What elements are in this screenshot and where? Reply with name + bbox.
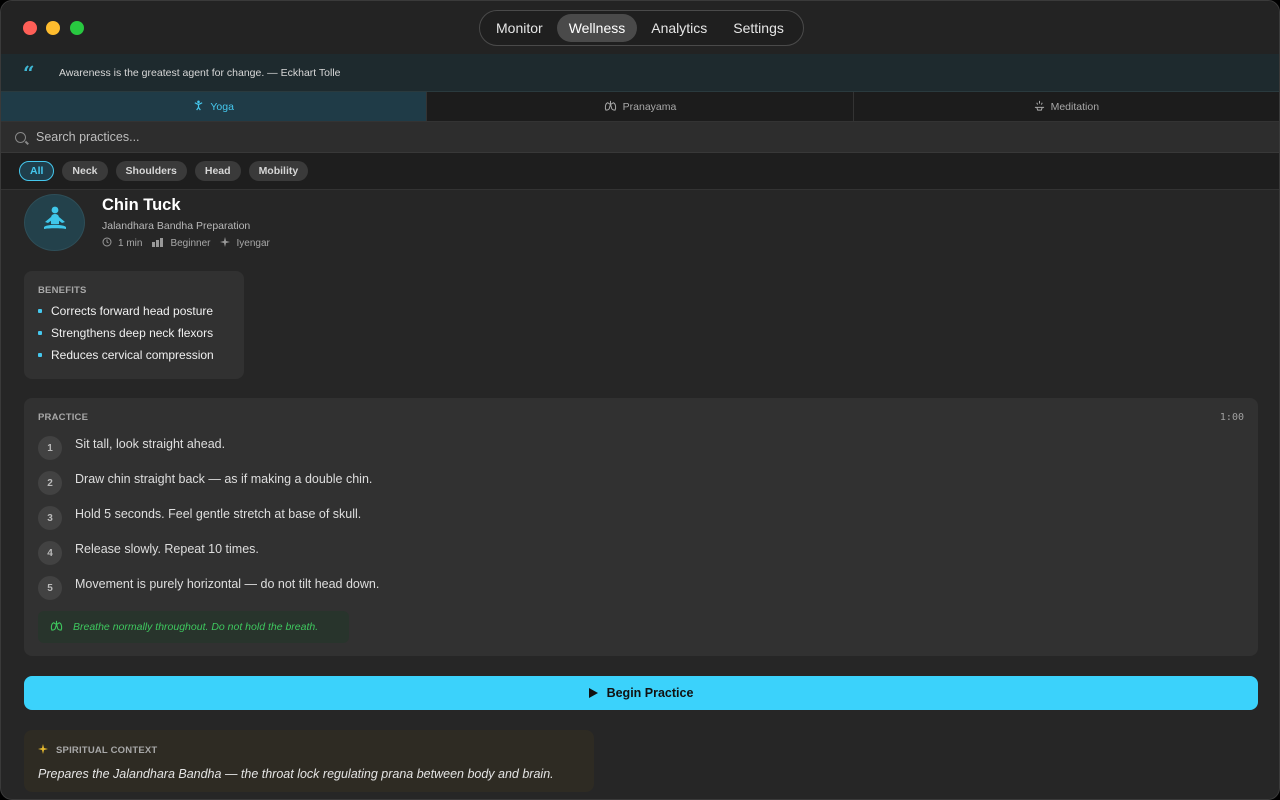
meditating-figure-icon	[39, 205, 71, 240]
tab-meditation[interactable]: Meditation	[854, 92, 1279, 121]
sparkle-icon	[220, 237, 231, 250]
filter-chip-head[interactable]: Head	[194, 161, 241, 181]
step-number: 4	[38, 541, 62, 565]
nav-analytics[interactable]: Analytics	[639, 14, 719, 42]
duration-label: 1 min	[118, 238, 143, 249]
style-label: Iyengar	[236, 238, 270, 249]
breath-note-text: Breathe normally throughout. Do not hold…	[73, 621, 319, 633]
zoom-window-button[interactable]	[70, 21, 84, 35]
practice-subtitle: Jalandhara Bandha Preparation	[102, 220, 251, 232]
practice-detail: Chin Tuck Jalandhara Bandha Preparation …	[1, 190, 1279, 799]
benefit-text: Corrects forward head posture	[51, 304, 214, 318]
step-item: 2 Draw chin straight back — as if making…	[38, 471, 372, 495]
step-number: 2	[38, 471, 62, 495]
nav-settings[interactable]: Settings	[721, 14, 796, 42]
filter-chip-neck[interactable]: Neck	[62, 161, 108, 181]
practice-timer: 1:00	[1219, 412, 1244, 423]
search-bar	[1, 122, 1279, 153]
benefit-item: Reduces cervical compression	[38, 348, 230, 362]
nav-wellness[interactable]: Wellness	[556, 14, 638, 42]
lungs-icon	[50, 620, 63, 634]
benefit-text: Strengthens deep neck flexors	[51, 326, 214, 340]
quote-icon: “	[23, 60, 35, 85]
spiritual-context-card: SPIRITUAL CONTEXT Prepares the Jalandhar…	[24, 730, 594, 792]
tab-meditation-label: Meditation	[1050, 100, 1100, 113]
bullet-icon	[38, 331, 42, 335]
quote-text: Awareness is the greatest agent for chan…	[59, 66, 341, 79]
practice-title: Chin Tuck	[102, 196, 181, 214]
step-item: 4 Release slowly. Repeat 10 times.	[38, 541, 259, 565]
step-text: Draw chin straight back — as if making a…	[75, 472, 373, 486]
step-text: Sit tall, look straight ahead.	[75, 437, 226, 451]
step-text: Release slowly. Repeat 10 times.	[75, 542, 259, 556]
benefit-item: Strengthens deep neck flexors	[38, 326, 230, 340]
filter-chip-all[interactable]: All	[19, 161, 55, 181]
practice-heading: PRACTICE	[38, 412, 89, 423]
step-item: 5 Movement is purely horizontal — do not…	[38, 576, 379, 600]
search-icon	[15, 131, 26, 143]
search-input[interactable]	[36, 130, 636, 144]
step-number: 3	[38, 506, 62, 530]
app-window: Monitor Wellness Analytics Settings “ Aw…	[0, 0, 1280, 800]
quote-banner: “ Awareness is the greatest agent for ch…	[1, 54, 1279, 92]
practice-type-tabs: Yoga Pranayama Meditation	[1, 92, 1279, 122]
step-number: 1	[38, 436, 62, 460]
filter-chips: All Neck Shoulders Head Mobility	[1, 153, 1279, 190]
tab-yoga-label: Yoga	[210, 100, 234, 113]
step-item: 1 Sit tall, look straight ahead.	[38, 436, 225, 460]
benefits-heading: BENEFITS	[38, 285, 87, 296]
benefits-card: BENEFITS Corrects forward head posture S…	[24, 271, 244, 379]
breath-note: Breathe normally throughout. Do not hold…	[38, 611, 349, 643]
bullet-icon	[38, 353, 42, 357]
clock-icon	[102, 237, 112, 250]
step-item: 3 Hold 5 seconds. Feel gentle stretch at…	[38, 506, 361, 530]
main-nav-segmented-control: Monitor Wellness Analytics Settings	[479, 10, 804, 46]
practice-steps-card: PRACTICE 1:00 1 Sit tall, look straight …	[24, 398, 1258, 656]
practice-meta: 1 min Beginner Iyengar	[102, 237, 270, 250]
tab-pranayama-label: Pranayama	[622, 100, 677, 113]
spiritual-context-text: Prepares the Jalandhara Bandha — the thr…	[38, 767, 554, 781]
benefit-item: Corrects forward head posture	[38, 304, 230, 318]
sparkle-icon	[38, 744, 48, 757]
step-number: 5	[38, 576, 62, 600]
filter-chip-mobility[interactable]: Mobility	[248, 161, 309, 181]
minimize-window-button[interactable]	[46, 21, 60, 35]
bullet-icon	[38, 309, 42, 313]
lungs-icon	[604, 100, 617, 114]
level-bars-icon	[152, 237, 164, 250]
practice-avatar	[24, 194, 85, 251]
benefit-text: Reduces cervical compression	[51, 348, 214, 362]
play-icon	[588, 688, 598, 698]
step-text: Hold 5 seconds. Feel gentle stretch at b…	[75, 507, 362, 521]
begin-practice-button[interactable]: Begin Practice	[24, 676, 1258, 710]
tab-pranayama[interactable]: Pranayama	[427, 92, 854, 121]
begin-practice-label: Begin Practice	[606, 686, 694, 700]
meditation-icon	[1034, 100, 1045, 114]
spiritual-context-heading: SPIRITUAL CONTEXT	[56, 745, 158, 756]
step-text: Movement is purely horizontal — do not t…	[75, 577, 380, 591]
yoga-icon	[193, 100, 204, 114]
spiritual-context-header: SPIRITUAL CONTEXT	[38, 744, 580, 757]
title-bar: Monitor Wellness Analytics Settings	[1, 1, 1279, 54]
close-window-button[interactable]	[23, 21, 37, 35]
level-label: Beginner	[170, 238, 211, 249]
tab-yoga[interactable]: Yoga	[1, 92, 428, 121]
filter-chip-shoulders[interactable]: Shoulders	[115, 161, 187, 181]
nav-monitor[interactable]: Monitor	[484, 14, 555, 42]
